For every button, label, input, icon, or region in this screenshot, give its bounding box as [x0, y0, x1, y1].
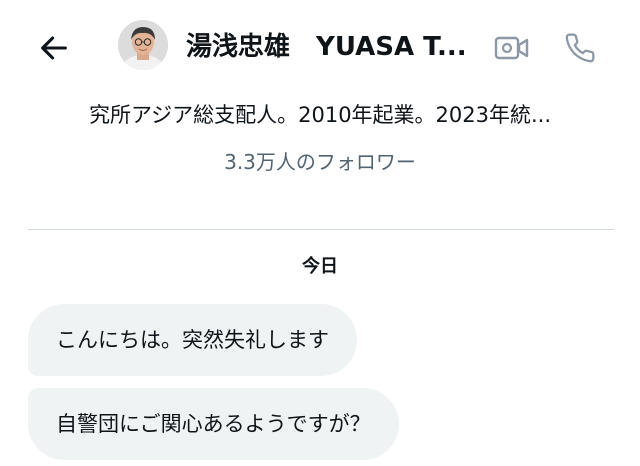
phone-icon [565, 33, 595, 63]
dm-conversation-screen: 湯浅忠雄 YUASA T... 究所アジア総支配人。2010年起業。2023年統… [0, 0, 640, 466]
profile-bio: 究所アジア総支配人。2010年起業。2023年統... [88, 103, 552, 127]
video-call-button[interactable] [492, 28, 532, 68]
back-button[interactable] [34, 28, 74, 68]
conversation-header: 湯浅忠雄 YUASA T... [0, 0, 640, 96]
date-separator: 今日 [302, 256, 338, 277]
message-bubble[interactable]: 自警団にご関心あるようですが？ [28, 388, 399, 460]
divider [28, 229, 614, 230]
message-text: 自警団にご関心あるようですが？ [56, 412, 371, 436]
voice-call-button[interactable] [558, 26, 602, 70]
conversation-title[interactable]: 湯浅忠雄 YUASA T... [186, 30, 476, 64]
follower-count[interactable]: 3.3万人のフォロワー [0, 148, 640, 176]
message-text: こんにちは。突然失礼します [56, 328, 329, 352]
avatar-photo [118, 20, 168, 70]
message-bubble[interactable]: こんにちは。突然失礼します [28, 304, 357, 376]
avatar[interactable] [118, 20, 168, 70]
video-camera-icon [494, 36, 529, 60]
arrow-left-icon [41, 36, 67, 60]
